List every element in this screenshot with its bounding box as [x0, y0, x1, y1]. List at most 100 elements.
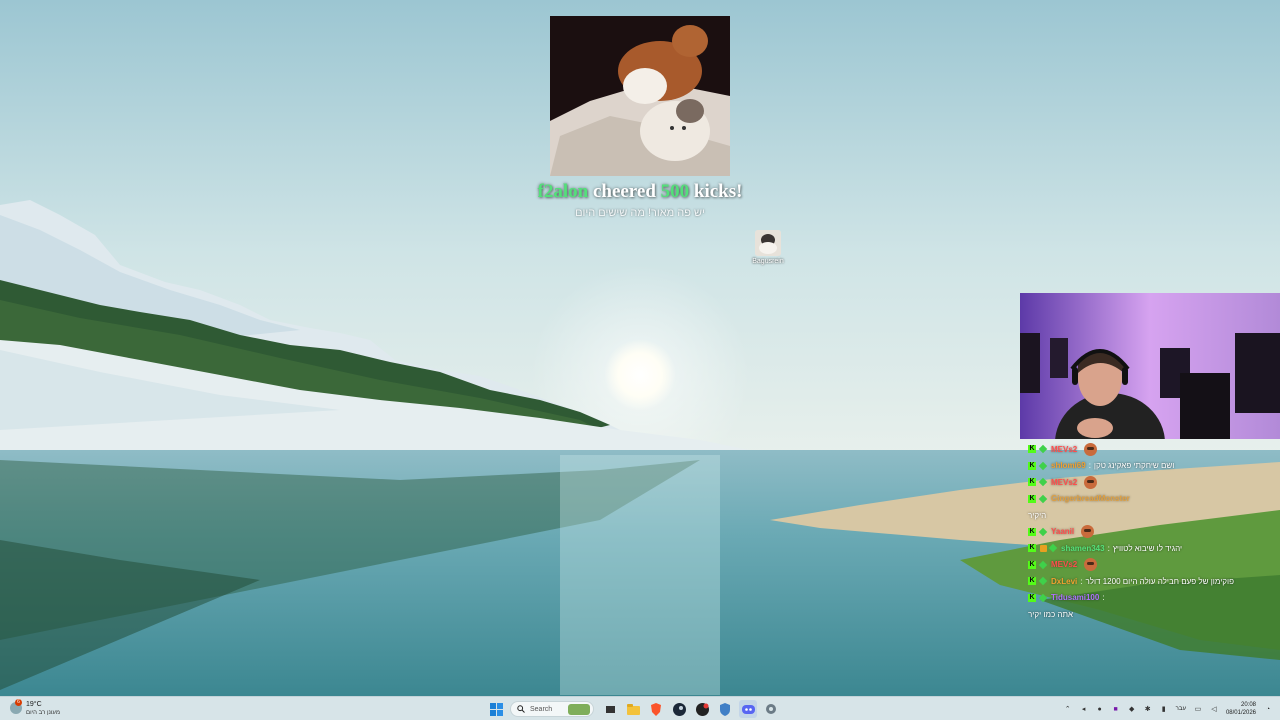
diamond-badge-icon [1038, 494, 1048, 503]
webcam-overlay [1020, 293, 1280, 439]
notification-bell-icon[interactable]: ◔ [1264, 705, 1272, 713]
chat-username: MEVs2 [1051, 477, 1078, 487]
kick-badge-icon: K [1028, 593, 1036, 602]
emote-icon [1081, 525, 1095, 539]
task-view-icon [605, 705, 615, 713]
chat-text: אתה כמו יקיר [1028, 606, 1280, 623]
alert-cheered-text: cheered [592, 181, 656, 202]
chevron-up-icon[interactable]: ⌃ [1064, 705, 1072, 713]
chat-message: K Yaanil [1028, 524, 1280, 541]
diamond-badge-icon [1038, 560, 1048, 569]
start-button[interactable] [487, 700, 505, 718]
onenote-icon[interactable]: ■ [1112, 705, 1120, 713]
chat-text-plain: אתה כמו יקיר [1028, 609, 1073, 619]
taskbar-apps: Search [487, 697, 780, 720]
diamond-badge-icon [1038, 593, 1048, 602]
chat-username: MEVs2 [1051, 444, 1078, 454]
microphone-icon[interactable]: ▮ [1160, 705, 1168, 713]
shield-icon [720, 702, 730, 716]
cat-image [550, 16, 730, 176]
chat-message: K shlomi69 : ושם שיחקתי פאקינג טקן [1028, 461, 1175, 471]
image-file-icon [755, 230, 781, 256]
folder-icon [626, 703, 640, 715]
kick-badge-icon: K [1028, 494, 1036, 503]
emote-icon [1084, 442, 1098, 456]
chat-message: K MEVs2 [1028, 557, 1280, 574]
app-tray-icon[interactable]: ◂ [1080, 705, 1088, 713]
chat-text-plain: היקיר [1028, 510, 1047, 520]
steam-button[interactable] [670, 700, 688, 718]
chat-username: GingerbreadMonster [1051, 494, 1130, 504]
alert-message: יש פה מאור! מה שישים היום [575, 207, 705, 219]
steam-alt-icon [695, 702, 709, 716]
chat-message: K Tidusami100 : [1028, 593, 1105, 603]
kick-badge-icon: K [1028, 445, 1036, 454]
system-tray: ⌃ ◂ ● ■ ◆ ✱ ▮ עבר ▭ ◁ 20:08 08/01/2026 ◔ [1064, 697, 1272, 720]
cloud-sync-icon[interactable]: ● [1096, 705, 1104, 713]
brave-icon [651, 702, 661, 716]
chat-username: shamen343 [1061, 543, 1105, 553]
chat-message: K GingerbreadMonster [1028, 491, 1280, 508]
kick-badge-icon: K [1028, 478, 1036, 487]
gear-icon [766, 704, 776, 714]
clock-date: 08/01/2026 [1225, 710, 1256, 716]
streamer-video [1020, 293, 1280, 439]
diamond-badge-icon [1038, 527, 1048, 536]
stream-chat: K MEVs2 K shlomi69 : ושם שיחקתי פאקינג ט… [1028, 441, 1280, 623]
taskbar: 6 19°C מעונן רב היום Search ⌃ ◂ ● ■ ◆ ✱ … [0, 696, 1280, 720]
alert-headline: f2alon cheered 500 kicks! [440, 181, 840, 203]
chat-text: פוקימון של פעם חבילה עולה היום 1200 דולר [1085, 576, 1234, 586]
kick-badge-icon: K [1028, 577, 1036, 586]
network-icon[interactable]: ◆ [1128, 705, 1136, 713]
desktop-file-icon[interactable]: Bagusrein [748, 230, 788, 265]
kick-badge-icon: K [1028, 560, 1036, 569]
chat-message: K shamen343 : יהגיד לו שיבוא לטוויץ [1028, 543, 1183, 553]
brave-browser-button[interactable] [647, 700, 665, 718]
alert-cat-gif [550, 16, 730, 176]
windows-icon [489, 702, 503, 716]
monitor-icon[interactable]: ▭ [1194, 705, 1202, 713]
chat-text: יהגיד לו שיבוא לטוויץ [1112, 543, 1183, 553]
chat-username: shlomi69 [1051, 461, 1086, 471]
search-icon [517, 705, 525, 713]
alert-unit-text: kicks! [693, 181, 743, 202]
bluetooth-icon[interactable]: ✱ [1144, 705, 1152, 713]
task-view-button[interactable] [601, 700, 619, 718]
weather-widget[interactable]: 6 19°C מעונן רב היום [10, 699, 90, 719]
weather-temperature: 19°C [26, 701, 42, 708]
chat-username: Yaanil [1051, 527, 1075, 537]
kick-badge-icon: K [1028, 544, 1036, 553]
steam-notify-button[interactable] [693, 700, 711, 718]
settings-button[interactable] [762, 700, 780, 718]
chat-username: DxLevi [1051, 576, 1078, 586]
speaker-icon[interactable]: ◁ [1210, 705, 1218, 713]
vpn-button[interactable] [716, 700, 734, 718]
discord-icon [741, 704, 755, 714]
alert-amount: 500 [660, 181, 690, 202]
chat-username: MEVs2 [1051, 560, 1078, 570]
chat-username: Tidusami100 [1051, 593, 1100, 603]
diamond-badge-icon [1038, 445, 1048, 454]
discord-button[interactable] [739, 700, 757, 718]
weather-description: מעונן רב היום [26, 710, 60, 716]
steam-icon [672, 702, 686, 716]
search-placeholder: Search [530, 705, 553, 713]
emote-icon [1084, 475, 1098, 489]
diamond-badge-icon [1048, 544, 1058, 553]
chat-message: K MEVs2 [1028, 441, 1280, 458]
chat-message: K DxLevi : פוקימון של פעם חבילה עולה היו… [1028, 576, 1234, 586]
subscriber-badge-icon [1040, 544, 1047, 552]
diamond-badge-icon [1038, 577, 1048, 586]
keyboard-language[interactable]: עבר [1176, 706, 1186, 712]
search-highlight-icon [568, 703, 590, 715]
clock[interactable]: 20:08 08/01/2026 [1226, 701, 1256, 717]
desktop-file-label: Bagusrein [752, 258, 784, 265]
diamond-badge-icon [1038, 478, 1048, 487]
chat-text: ושם שיחקתי פאקינג טקן [1093, 461, 1175, 471]
clock-time: 20:08 [1240, 702, 1256, 708]
chat-message: K MEVs2 [1028, 474, 1280, 491]
taskbar-search[interactable]: Search [510, 701, 594, 717]
kick-badge-icon: K [1028, 527, 1036, 536]
alert-username: f2alon [537, 181, 589, 202]
file-explorer-button[interactable] [624, 700, 642, 718]
